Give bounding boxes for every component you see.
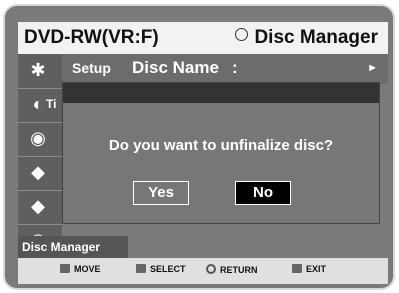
updown-icon xyxy=(60,264,70,273)
sidebar: ✱ ◐Ti ◉ ◆ ◆ ◎ xyxy=(18,54,62,257)
select-label: SELECT xyxy=(150,264,186,274)
no-button[interactable]: No xyxy=(235,181,291,205)
exit-label: EXIT xyxy=(306,264,327,274)
return-icon xyxy=(206,264,216,274)
gear-icon: ✱ xyxy=(30,60,46,80)
edit-icon: ◆ xyxy=(31,162,45,182)
section-tag: Disc Manager xyxy=(18,236,128,258)
sidebar-item-title[interactable]: ◐ Ti xyxy=(18,88,62,123)
copy-icon: ◆ xyxy=(31,196,45,216)
enter-icon xyxy=(136,264,146,273)
disc-icon: ◐ xyxy=(32,94,44,114)
setup-tab[interactable]: Setup xyxy=(72,60,111,76)
return-label: RETURN xyxy=(220,265,258,275)
bottom-help-bar: MOVE SELECT RETURN EXIT xyxy=(18,258,388,284)
dialog-header xyxy=(63,83,379,103)
sidebar-item-copy[interactable]: ◆ xyxy=(18,190,62,225)
circle-icon xyxy=(235,28,249,41)
sidebar-partial-label: Ti xyxy=(46,97,57,111)
sidebar-item-edit[interactable]: ◆ xyxy=(18,156,62,191)
yes-button[interactable]: Yes xyxy=(133,181,189,205)
disc-format-title: DVD-RW(VR:F) xyxy=(24,27,159,48)
move-label: MOVE xyxy=(74,264,101,274)
setup-row[interactable]: Setup Disc Name : ► xyxy=(62,54,388,84)
disc-manager-title: Disc Manager xyxy=(235,27,378,49)
disc-manager-title-text: Disc Manager xyxy=(254,27,378,48)
sidebar-item-setup[interactable]: ✱ xyxy=(18,54,62,89)
colon-separator: : xyxy=(232,58,238,77)
unfinalize-dialog: Do you want to unfinalize disc? Yes No xyxy=(62,82,380,224)
menu-icon xyxy=(292,264,302,273)
select-hint: SELECT xyxy=(136,264,186,274)
disc-name-label: Disc Name xyxy=(132,58,219,77)
title-bar: DVD-RW(VR:F) Disc Manager xyxy=(18,22,388,54)
dialog-question: Do you want to unfinalize disc? xyxy=(108,137,334,154)
move-hint: MOVE xyxy=(60,264,101,274)
film-icon: ◉ xyxy=(30,128,46,148)
return-hint: RETURN xyxy=(206,264,258,275)
exit-hint: EXIT xyxy=(292,264,326,274)
sidebar-item-playlist[interactable]: ◉ xyxy=(18,122,62,157)
right-arrow-icon: ► xyxy=(367,62,378,74)
